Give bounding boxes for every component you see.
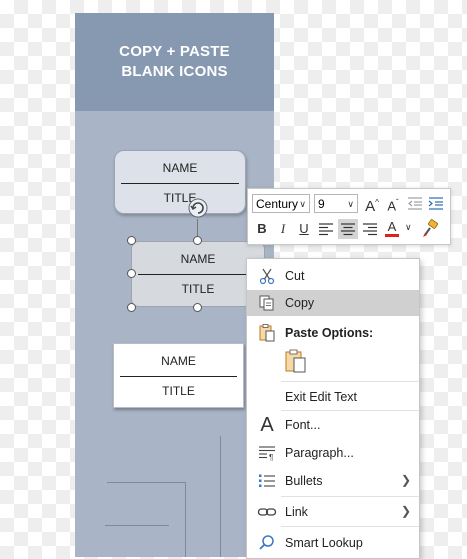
shrink-font-icon: A (387, 198, 396, 214)
shrink-font-button[interactable]: Aˇ (383, 193, 403, 213)
card-title: TITLE (162, 384, 195, 398)
decorative-line (185, 482, 186, 557)
menu-label-paragraph: Paragraph... (285, 446, 354, 460)
menu-item-smart-lookup[interactable]: Smart Lookup (247, 530, 419, 556)
menu-item-paste-options: Paste Options: (247, 320, 419, 346)
menu-label-smart-lookup: Smart Lookup (285, 536, 363, 550)
bold-icon: B (257, 221, 267, 236)
grow-font-icon: A (365, 198, 376, 215)
paste-icon (259, 324, 275, 342)
resize-handle-top[interactable] (193, 236, 202, 245)
menu-label-bullets: Bullets (285, 474, 323, 488)
menu-item-paragraph[interactable]: ¶ Paragraph... (247, 440, 419, 466)
name-card-1[interactable]: NAME TITLE (114, 150, 246, 214)
menu-item-copy[interactable]: Copy (247, 290, 419, 316)
card-divider (120, 376, 237, 377)
menu-item-cut[interactable]: Cut (247, 263, 419, 289)
card-title: TITLE (163, 191, 197, 205)
menu-item-link[interactable]: Link ❯ (247, 499, 419, 525)
menu-label-exit-edit-text: Exit Edit Text (285, 390, 358, 404)
font-icon: A (260, 414, 274, 436)
paragraph-icon: ¶ (259, 446, 275, 462)
menu-separator (281, 381, 419, 382)
card-name: NAME (180, 252, 216, 266)
italic-icon: I (280, 221, 286, 236)
menu-separator (281, 410, 419, 411)
card-title: TITLE (181, 282, 215, 296)
chevron-down-icon[interactable]: ∨ (405, 222, 412, 233)
chevron-down-icon: ∨ (347, 199, 354, 209)
font-color-swatch (385, 234, 399, 237)
card-divider (138, 274, 258, 275)
resize-handle-bottom-left[interactable] (127, 303, 136, 312)
copy-icon (259, 295, 274, 311)
menu-label-copy: Copy (285, 296, 315, 310)
underline-icon: U (299, 221, 309, 236)
format-painter-icon[interactable] (420, 219, 440, 239)
decorative-line (220, 436, 221, 557)
context-menu: Cut Copy Paste Options: Exit Edit Text A… (246, 258, 420, 559)
align-center-icon[interactable] (338, 219, 358, 239)
chevron-right-icon: ❯ (400, 473, 411, 487)
name-card-2-selected[interactable]: NAME TITLE (131, 241, 265, 307)
menu-label-cut: Cut (285, 269, 305, 283)
slide-header: COPY + PASTE BLANK ICONS (75, 13, 274, 111)
paste-keep-source-icon[interactable] (284, 348, 308, 374)
align-left-icon[interactable] (316, 219, 336, 239)
menu-label-paste-options: Paste Options: (285, 326, 374, 340)
menu-label-font: Font... (285, 418, 321, 432)
chevron-down-icon: ∨ (299, 199, 306, 209)
bullets-icon (259, 474, 275, 487)
font-size-value: 9 (318, 197, 325, 211)
underline-button[interactable]: U (294, 219, 314, 239)
menu-item-exit-edit-text[interactable]: Exit Edit Text (247, 384, 419, 410)
search-icon (259, 535, 274, 550)
font-size-dropdown[interactable]: 9 ∨ (314, 194, 358, 213)
menu-item-bullets[interactable]: Bullets ❯ (247, 468, 419, 494)
menu-separator (281, 496, 419, 497)
resize-handle-top-left[interactable] (127, 236, 136, 245)
font-color-icon: A (387, 219, 397, 234)
card-name: NAME (162, 161, 198, 175)
menu-item-font[interactable]: A Font... (247, 412, 419, 438)
chevron-right-icon: ❯ (400, 504, 411, 518)
name-card-3[interactable]: NAME TITLE (113, 343, 244, 408)
grow-font-button[interactable]: A^ (362, 193, 382, 215)
decorative-line (105, 525, 169, 526)
font-color-button[interactable]: A (382, 217, 402, 237)
decorative-line (107, 482, 185, 483)
card-name: NAME (161, 354, 196, 368)
decrease-indent-icon[interactable] (405, 193, 425, 213)
bold-button[interactable]: B (252, 219, 272, 239)
increase-indent-icon[interactable] (426, 193, 446, 213)
mini-toolbar: Century ∨ 9 ∨ A^ Aˇ B I U A ∨ (247, 188, 451, 245)
rotate-handle-icon[interactable] (187, 197, 209, 219)
resize-handle-bottom[interactable] (193, 303, 202, 312)
font-name-dropdown[interactable]: Century ∨ (252, 194, 310, 213)
svg-text:¶: ¶ (269, 453, 273, 462)
font-name-value: Century (256, 197, 299, 211)
align-right-icon[interactable] (360, 219, 380, 239)
link-icon (257, 508, 277, 516)
resize-handle-left[interactable] (127, 269, 136, 278)
italic-button[interactable]: I (273, 219, 293, 239)
menu-separator (281, 526, 419, 527)
scissors-icon (259, 268, 275, 285)
menu-label-link: Link (285, 505, 308, 519)
slide-header-line-1: COPY + PASTE (119, 43, 230, 60)
slide-header-line-2: BLANK ICONS (121, 63, 228, 80)
card-divider (121, 183, 239, 184)
